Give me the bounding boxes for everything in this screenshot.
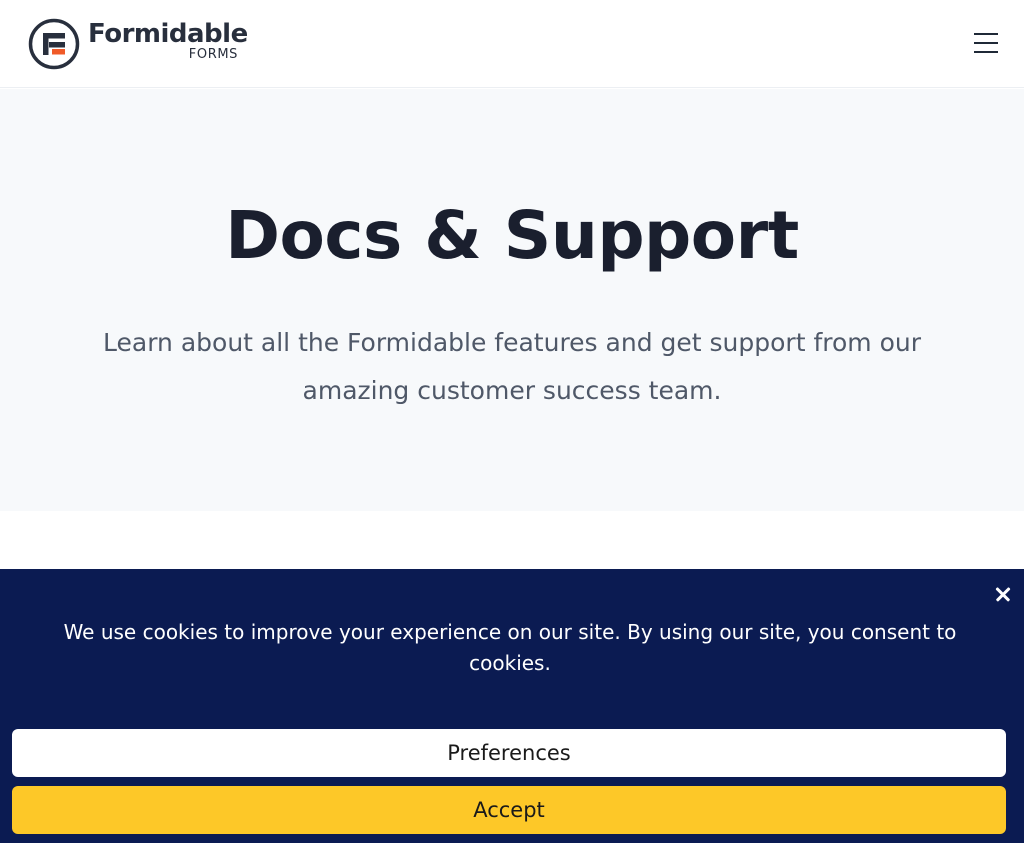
logo-wordmark: Formidable [88,19,248,49]
page-title: Docs & Support [225,197,799,274]
formidable-logo-icon [28,18,80,70]
menu-bar [974,33,998,35]
hero-section: Docs & Support Learn about all the Formi… [0,89,1024,511]
hero-description: Learn about all the Formidable features … [103,328,921,405]
accept-button[interactable]: Accept [12,786,1006,834]
menu-bar [974,42,998,44]
menu-bar [974,51,998,53]
logo-subtitle: FORMS [188,47,238,62]
site-header: Formidable FORMS [0,0,1024,88]
hamburger-menu-icon[interactable] [974,30,998,56]
cookie-message: We use cookies to improve your experienc… [63,620,957,675]
cookie-banner: We use cookies to improve your experienc… [0,569,1024,843]
close-icon[interactable] [992,583,1014,605]
formidable-logo[interactable]: Formidable FORMS [28,18,248,70]
preferences-button[interactable]: Preferences [12,729,1006,777]
logo-text: Formidable FORMS [88,18,248,70]
